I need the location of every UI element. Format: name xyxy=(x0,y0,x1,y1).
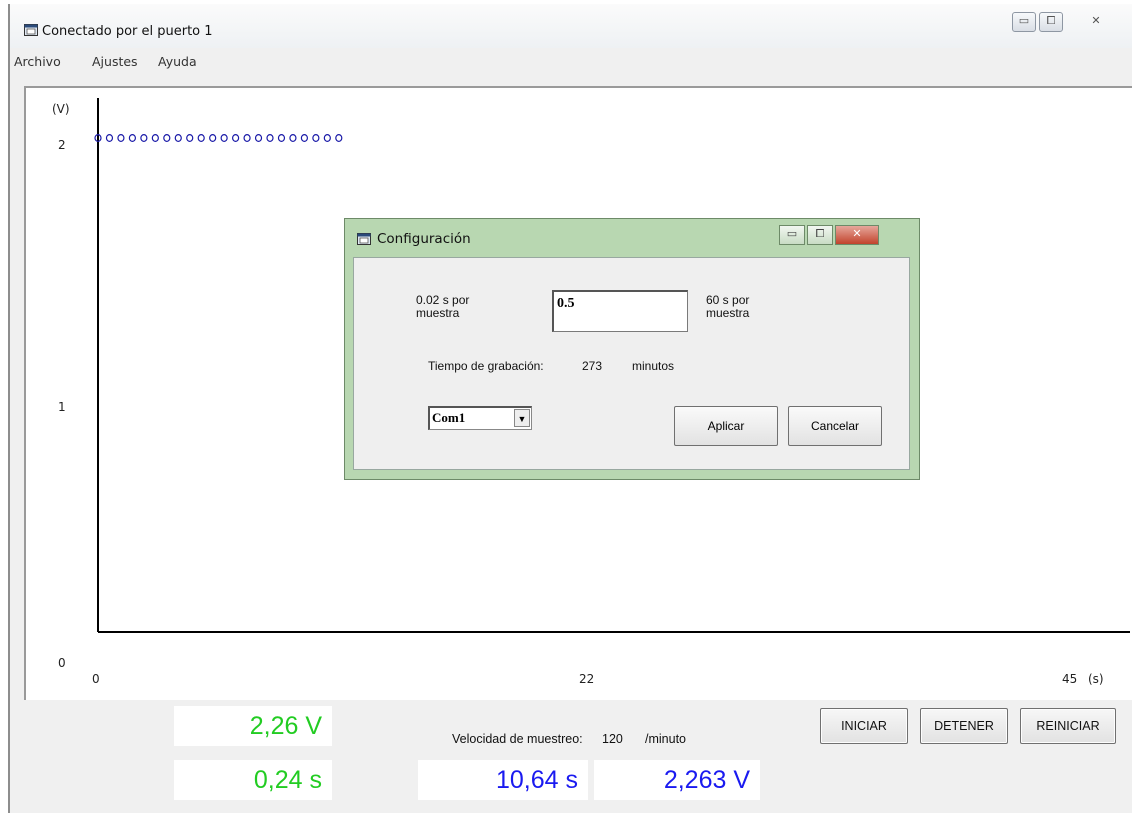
data-point xyxy=(209,133,217,142)
time-readout: 0,24 s xyxy=(174,760,332,800)
menu-archivo[interactable]: Archivo xyxy=(14,54,61,69)
min-interval-label: 0.02 s por muestra xyxy=(416,293,470,320)
minimize-icon: ▭ xyxy=(1018,14,1030,27)
data-point xyxy=(243,133,251,142)
data-point xyxy=(277,133,286,142)
sampling-unit: /minuto xyxy=(645,732,686,746)
data-point xyxy=(151,133,159,142)
apply-button[interactable]: Aplicar xyxy=(674,406,778,446)
chevron-down-icon[interactable]: ▼ xyxy=(514,409,530,427)
dialog-close-button[interactable]: ✕ xyxy=(835,225,879,245)
sampling-value: 120 xyxy=(602,732,623,746)
port-select-value: Com1 xyxy=(432,410,466,425)
data-point xyxy=(335,133,343,142)
menu-bar: Archivo Ajustes Ayuda xyxy=(10,50,1132,72)
close-icon: ✕ xyxy=(852,227,862,240)
menu-ajustes[interactable]: Ajustes xyxy=(92,54,138,69)
data-point xyxy=(140,133,148,142)
minimize-icon: ▭ xyxy=(786,227,798,240)
cursor-time-readout: 10,64 s xyxy=(418,760,588,800)
dialog-minimize-button[interactable]: ▭ xyxy=(779,225,805,245)
data-point xyxy=(128,133,137,142)
data-point xyxy=(186,133,194,142)
stop-button[interactable]: DETENER xyxy=(920,708,1008,744)
cancel-button[interactable]: Cancelar xyxy=(788,406,882,446)
data-point xyxy=(232,133,240,142)
window-title: Conectado por el puerto 1 xyxy=(42,24,213,39)
start-button[interactable]: INICIAR xyxy=(820,708,908,744)
status-panel: 2,26 V 0,24 s 10,64 s 2,263 V Velocidad … xyxy=(24,702,1132,809)
record-time-label: Tiempo de grabación: xyxy=(428,359,544,373)
data-point xyxy=(163,133,171,142)
dialog-body: 0.02 s por muestra 0.5 60 s por muestra … xyxy=(353,257,910,470)
maximize-icon: ⧠ xyxy=(815,227,825,240)
data-point xyxy=(254,133,263,142)
data-point xyxy=(266,133,274,142)
close-icon: ✕ xyxy=(1091,14,1101,27)
record-time-value: 273 xyxy=(582,359,603,373)
data-point xyxy=(117,133,125,142)
menu-ayuda[interactable]: Ayuda xyxy=(158,54,197,69)
interval-input[interactable]: 0.5 xyxy=(552,290,688,332)
dialog-maximize-button[interactable]: ⧠ xyxy=(807,225,833,245)
data-point xyxy=(220,133,228,142)
sampling-label: Velocidad de muestreo: xyxy=(452,732,583,746)
dialog-title: Configuración xyxy=(377,231,471,247)
data-point xyxy=(105,133,114,142)
maximize-icon: ⧠ xyxy=(1046,14,1056,27)
data-point xyxy=(174,133,182,142)
data-point xyxy=(289,133,297,142)
minimize-button[interactable]: ▭ xyxy=(1012,12,1036,32)
voltage-readout: 2,26 V xyxy=(174,706,332,746)
close-button[interactable]: ✕ xyxy=(1078,12,1114,32)
cursor-voltage-readout: 2,263 V xyxy=(594,760,760,800)
dialog-app-icon xyxy=(357,233,371,245)
data-point xyxy=(323,133,331,142)
reset-button[interactable]: REINICIAR xyxy=(1020,708,1116,744)
data-point xyxy=(300,133,308,142)
port-select[interactable]: Com1 ▼ xyxy=(428,406,532,430)
app-icon xyxy=(24,24,38,36)
config-dialog: Configuración ▭ ⧠ ✕ 0.02 s por muestra 0… xyxy=(344,218,920,480)
max-interval-label: 60 s por muestra xyxy=(706,293,750,320)
maximize-button[interactable]: ⧠ xyxy=(1039,12,1063,32)
data-point xyxy=(312,133,320,142)
title-bar[interactable]: Conectado por el puerto 1 ▭ ⧠ ✕ xyxy=(10,4,1132,48)
record-time-unit: minutos xyxy=(632,359,675,373)
data-point xyxy=(197,133,205,142)
